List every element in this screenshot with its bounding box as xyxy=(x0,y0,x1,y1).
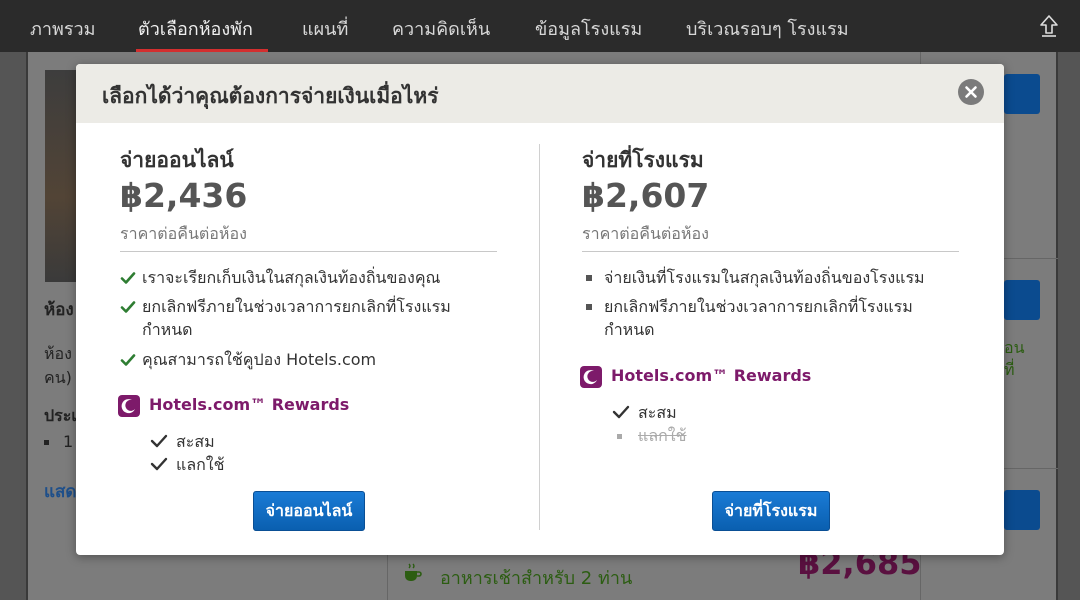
pay-at-hotel-price-note: ราคาต่อคืนต่อห้อง xyxy=(582,224,709,243)
dialog-header: เลือกได้ว่าคุณต้องการจ่ายเงินเมื่อไหร่ xyxy=(76,64,1004,123)
feature-item: ยกเลิกฟรีภายในช่วงเวลาการยกเลิกที่โรงแรม… xyxy=(120,295,460,341)
tab-overview[interactable]: ภาพรวม xyxy=(30,14,95,43)
tab-room-options[interactable]: ตัวเลือกห้องพัก xyxy=(138,14,253,43)
active-tab-indicator xyxy=(136,49,268,52)
background-green-text: ที่ xyxy=(1004,360,1015,379)
feature-item: คุณสามารถใช้คูปอง Hotels.com xyxy=(120,348,500,371)
feature-item: ยกเลิกฟรีภายในช่วงเวลาการยกเลิกที่โรงแรม… xyxy=(582,295,922,341)
check-icon xyxy=(120,301,136,313)
room-type-label: ประเ xyxy=(44,406,77,425)
pay-at-hotel-divider xyxy=(582,251,959,252)
breakfast-label: อาหารเช้าสำหรับ 2 ท่าน xyxy=(440,568,633,589)
tab-surroundings[interactable]: บริเวณรอบๆ โรงแรม xyxy=(686,14,849,43)
close-button[interactable] xyxy=(958,79,984,105)
rewards-name: Hotels.com™ Rewards xyxy=(611,366,812,385)
column-divider xyxy=(387,555,388,600)
dialog-title: เลือกได้ว่าคุณต้องการจ่ายเงินเมื่อไหร่ xyxy=(102,84,439,108)
pay-online-divider xyxy=(120,251,497,252)
check-icon xyxy=(612,405,630,419)
show-more-link[interactable]: แสด xyxy=(44,478,76,505)
payment-choice-dialog: เลือกได้ว่าคุณต้องการจ่ายเงินเมื่อไหร่ จ… xyxy=(76,64,1004,555)
bullet-icon xyxy=(586,304,592,310)
scroll-top-icon[interactable] xyxy=(1036,12,1062,38)
coffee-cup-icon xyxy=(405,563,422,581)
check-icon xyxy=(120,272,136,284)
room-label: ห้อง xyxy=(44,300,74,320)
background-select-button[interactable] xyxy=(1004,280,1040,320)
rewards-name: Hotels.com™ Rewards xyxy=(149,395,350,414)
pay-at-hotel-button[interactable]: จ่ายที่โรงแรม xyxy=(712,491,830,531)
room-subtext-2: คน) xyxy=(44,368,72,387)
room-bullet: 1 xyxy=(44,432,73,451)
bullet-icon xyxy=(617,434,622,439)
background-select-button[interactable] xyxy=(1004,74,1040,114)
check-icon xyxy=(150,457,168,471)
feature-item: เราจะเรียกเก็บเงินในสกุลเงินท้องถิ่นของค… xyxy=(120,266,500,289)
pay-online-title: จ่ายออนไลน์ xyxy=(120,148,234,172)
background-select-button[interactable] xyxy=(1004,490,1040,530)
room-subtext: ห้อง xyxy=(44,344,72,363)
rewards-logo-icon xyxy=(580,366,602,388)
feature-item: จ่ายเงินที่โรงแรมในสกุลเงินท้องถิ่นของโร… xyxy=(582,266,962,289)
pay-at-hotel-price: ฿2,607 xyxy=(582,176,710,215)
top-navigation: ภาพรวม ตัวเลือกห้องพัก แผนที่ ความคิดเห็… xyxy=(0,0,1080,52)
check-icon xyxy=(150,434,168,448)
tab-map[interactable]: แผนที่ xyxy=(302,14,348,43)
pay-online-price: ฿2,436 xyxy=(120,176,248,215)
close-icon xyxy=(965,86,977,98)
tab-reviews[interactable]: ความคิดเห็น xyxy=(392,14,490,43)
pay-online-button[interactable]: จ่ายออนไลน์ xyxy=(253,491,365,531)
check-icon xyxy=(120,354,136,366)
pay-at-hotel-title: จ่ายที่โรงแรม xyxy=(582,148,704,172)
rewards-logo-icon xyxy=(118,395,140,417)
column-separator xyxy=(539,144,540,530)
tab-hotel-info[interactable]: ข้อมูลโรงแรม xyxy=(535,14,642,43)
pay-online-price-note: ราคาต่อคืนต่อห้อง xyxy=(120,224,247,243)
bullet-icon xyxy=(586,275,592,281)
